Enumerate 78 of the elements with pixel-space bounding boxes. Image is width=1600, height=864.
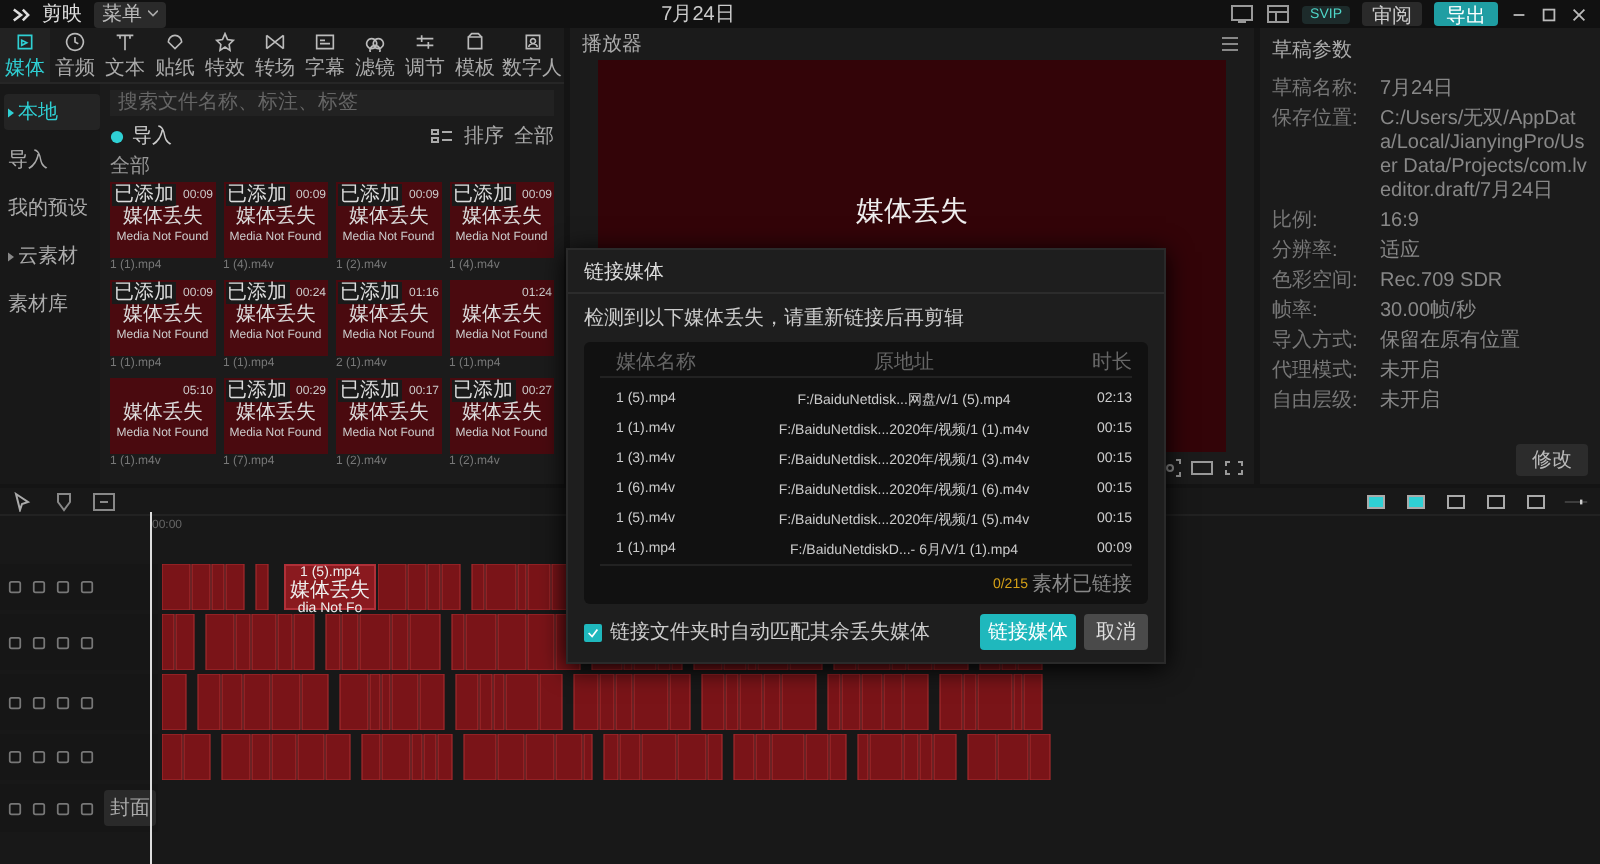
missing-label: 媒体丢失 [348,206,429,230]
cover-button[interactable]: 封面 [104,790,156,826]
toolbar-tab[interactable]: 文本 [100,28,150,82]
added-badge: 已添加 [225,184,289,206]
field-label: 分辨率: [1272,240,1340,264]
missing-label: 媒体丢失 [122,304,203,328]
sidebar-item[interactable]: 本地 [4,94,100,130]
added-badge: 已添加 [338,282,402,304]
menu-button[interactable]: 菜单 [94,1,166,27]
field-label: 自由层级: [1272,390,1360,414]
missing-label: 媒体丢失 [461,402,542,426]
panel-title: 草稿参数 [1272,37,1354,64]
field-value: 未开启 [1380,390,1442,414]
column-header: 媒体名称 [614,349,698,375]
added-badge: 已添加 [112,282,176,304]
toolbar-tab[interactable]: 贴纸 [150,28,200,82]
sort-button[interactable]: 排序 [464,122,504,150]
app-name: 剪映 [42,1,82,28]
project-title: 7月24日 [659,2,737,28]
added-badge: 已添加 [338,184,402,206]
field-label: 帧率: [1272,300,1320,324]
field-value: 30.00帧/秒 [1380,300,1478,324]
sidebar-item[interactable]: 素材库 [4,286,100,322]
toolbar-tab[interactable]: 滤镜 [350,28,400,82]
modify-button[interactable]: 修改 [1516,444,1588,476]
added-badge: 已添加 [112,184,176,206]
missing-label: 媒体丢失 [122,402,203,426]
dialog-title: 链接媒体 [568,258,1164,294]
column-header: 时长 [1090,349,1132,375]
field-value: 适应 [1380,240,1422,264]
missing-label: 媒体丢失 [461,206,542,230]
dialog-message: 检测到以下媒体丢失，请重新链接后再剪辑 [584,305,966,332]
field-value: 16:9 [1380,210,1421,234]
field-value: 保留在原有位置 [1380,330,1522,354]
added-badge: 已添加 [225,282,289,304]
missing-media-message: 媒体丢失 [856,194,968,230]
import-button[interactable]: 导入 [110,122,172,150]
sidebar-item[interactable]: 导入 [4,142,100,178]
sidebar-item[interactable]: 我的预设 [4,190,100,226]
filter-button[interactable]: 全部 [514,122,554,150]
field-value: 7月24日 [1380,78,1456,102]
section-label: 全部 [110,153,152,180]
missing-label: 媒体丢失 [235,402,316,426]
missing-label: 媒体丢失 [122,206,203,230]
search-field[interactable]: 搜索文件名称、标注、标签 [110,90,554,116]
added-badge: 已添加 [338,380,402,402]
toolbar-tab[interactable]: 转场 [250,28,300,82]
field-label: 保存位置: [1272,108,1360,134]
added-badge: 已添加 [451,380,515,402]
missing-label: 媒体丢失 [348,304,429,328]
cancel-button[interactable]: 取消 [1084,614,1148,650]
player-title: 播放器 [582,31,644,58]
field-value: 未开启 [1380,360,1442,384]
toolbar-tab[interactable]: 音频 [50,28,100,82]
added-badge: 已添加 [451,184,515,206]
toolbar-tab[interactable]: 数字人 [500,28,564,82]
toolbar-tab[interactable]: 模板 [450,28,500,82]
toolbar-tab[interactable]: 调节 [400,28,450,82]
checkbox-label: 链接文件夹时自动匹配其余丢失媒体 [610,619,930,646]
field-label: 草稿名称: [1272,78,1360,102]
field-label: 导入方式: [1272,330,1360,354]
missing-label: 媒体丢失 [235,206,316,230]
column-header: 原地址 [872,349,936,375]
toolbar-tab[interactable]: 特效 [200,28,250,82]
field-label: 色彩空间: [1272,270,1360,294]
toolbar-tab[interactable]: 媒体 [0,28,50,82]
field-value: Rec.709 SDR [1380,270,1505,294]
missing-label: 媒体丢失 [461,304,542,328]
field-label: 比例: [1272,210,1320,234]
missing-label: 媒体丢失 [235,304,316,328]
missing-label: 媒体丢失 [348,402,429,426]
toolbar-tab[interactable]: 字幕 [300,28,350,82]
field-label: 代理模式: [1272,360,1360,384]
linked-label: 素材已链接 [1032,571,1132,598]
review-button[interactable]: 审阅 [1362,2,1422,26]
sidebar-item[interactable]: 云素材 [4,238,100,274]
added-badge: 已添加 [225,380,289,402]
field-value: C:/Users/无双/AppData/Local/JianyingPro/User Data/Projects/com.lveditor.draft/7月24日 [1380,108,1588,204]
